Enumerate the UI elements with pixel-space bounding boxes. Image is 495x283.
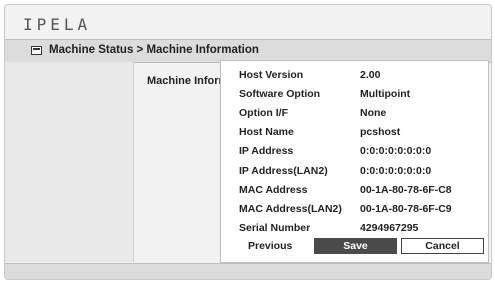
machine-info-popup: Host Version 2.00 Software Option Multip… [220,60,489,263]
breadcrumb-text: Machine Status > Machine Information [49,44,259,56]
info-value: 00-1A-80-78-6F-C8 [360,184,452,196]
page-title: Machine Information [147,75,221,87]
info-value: 0:0:0:0:0:0:0:0 [360,165,432,177]
info-label: Host Version [239,69,304,81]
info-value: Multipoint [360,88,411,100]
monitor-icon [31,46,42,55]
info-label: Host Name [239,126,294,138]
info-label: Software Option [239,88,321,100]
info-label: Serial Number [239,222,311,234]
app-window: IPELA Machine Status > Machine Informati… [4,4,492,280]
info-value: 00-1A-80-78-6F-C9 [360,203,452,215]
info-label: MAC Address [239,184,308,196]
save-button[interactable]: Save [314,238,397,254]
info-label: Option I/F [239,107,288,119]
info-value: None [360,107,387,119]
sidebar [5,62,134,262]
info-value: pcshost [360,126,401,138]
info-value: 0:0:0:0:0:0:0:0 [360,145,432,157]
cancel-button[interactable]: Cancel [401,238,484,254]
info-value: 2.00 [360,69,381,81]
info-value: 4294967295 [360,222,419,234]
bottom-bar [5,263,491,279]
info-label: IP Address(LAN2) [239,165,328,177]
previous-button[interactable]: Previous [248,240,292,252]
ipela-logo: IPELA [23,15,92,34]
info-label: MAC Address(LAN2) [239,203,342,215]
info-label: IP Address [239,145,294,157]
